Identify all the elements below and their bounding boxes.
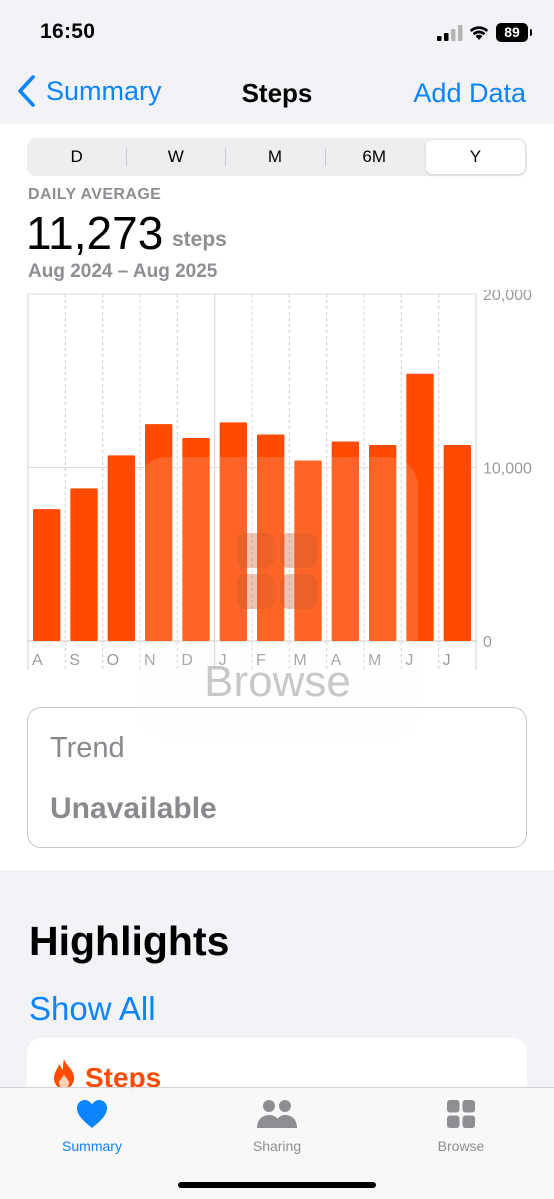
segment-year[interactable]: Y (425, 140, 526, 174)
trend-status: Unavailable (50, 792, 217, 825)
wifi-icon (469, 26, 489, 40)
tab-summary[interactable]: Summary (32, 1098, 152, 1154)
tab-browse-label: Browse (437, 1138, 485, 1154)
x-axis-label: S (69, 652, 80, 669)
heart-icon (77, 1100, 107, 1128)
cellular-signal-icon (437, 25, 463, 41)
tab-sharing[interactable]: Sharing (217, 1098, 337, 1154)
segment-six-months[interactable]: 6M (324, 138, 424, 176)
chart-bar[interactable] (70, 488, 98, 641)
chart-bar[interactable] (107, 455, 135, 641)
time-range-segmented-control: D W M 6M Y (27, 138, 527, 176)
browse-overlay-tile: Browse (137, 457, 418, 737)
chart-bar[interactable] (33, 509, 61, 641)
tab-browse[interactable]: Browse (401, 1098, 521, 1154)
home-indicator (178, 1182, 376, 1188)
x-axis-label: O (107, 652, 119, 669)
tab-summary-label: Summary (62, 1138, 122, 1154)
y-axis-label: 10,000 (483, 461, 532, 478)
grid-icon (237, 533, 317, 609)
flame-icon (54, 1059, 74, 1089)
daily-average-unit: steps (172, 228, 227, 251)
highlights-heading: Highlights (29, 918, 230, 964)
status-bar: 16:50 89 (0, 0, 554, 62)
navigation-bar: Summary Steps Add Data (0, 62, 554, 124)
tab-sharing-label: Sharing (252, 1138, 302, 1154)
browse-overlay-label: Browse (204, 657, 351, 706)
segment-week[interactable]: W (126, 138, 225, 176)
grid-icon (447, 1100, 475, 1128)
x-axis-label: J (443, 652, 451, 669)
segment-month[interactable]: M (225, 138, 324, 176)
segment-day[interactable]: D (27, 138, 126, 176)
chart-bar[interactable] (443, 444, 471, 641)
daily-average-value: 11,273 (26, 207, 164, 259)
status-time: 16:50 (40, 20, 96, 43)
x-axis-label: A (32, 652, 43, 669)
y-axis-label: 0 (483, 634, 492, 651)
tab-bar: Summary Sharing Browse (0, 1087, 554, 1199)
people-icon (257, 1100, 297, 1128)
y-axis-label: 20,000 (483, 290, 532, 304)
trend-title: Trend (50, 732, 125, 764)
battery-indicator: 89 (496, 23, 532, 42)
add-data-button[interactable]: Add Data (413, 78, 526, 109)
show-all-link[interactable]: Show All (29, 990, 156, 1028)
date-range: Aug 2024 – Aug 2025 (28, 261, 218, 282)
daily-average-label: DAILY AVERAGE (28, 186, 162, 203)
